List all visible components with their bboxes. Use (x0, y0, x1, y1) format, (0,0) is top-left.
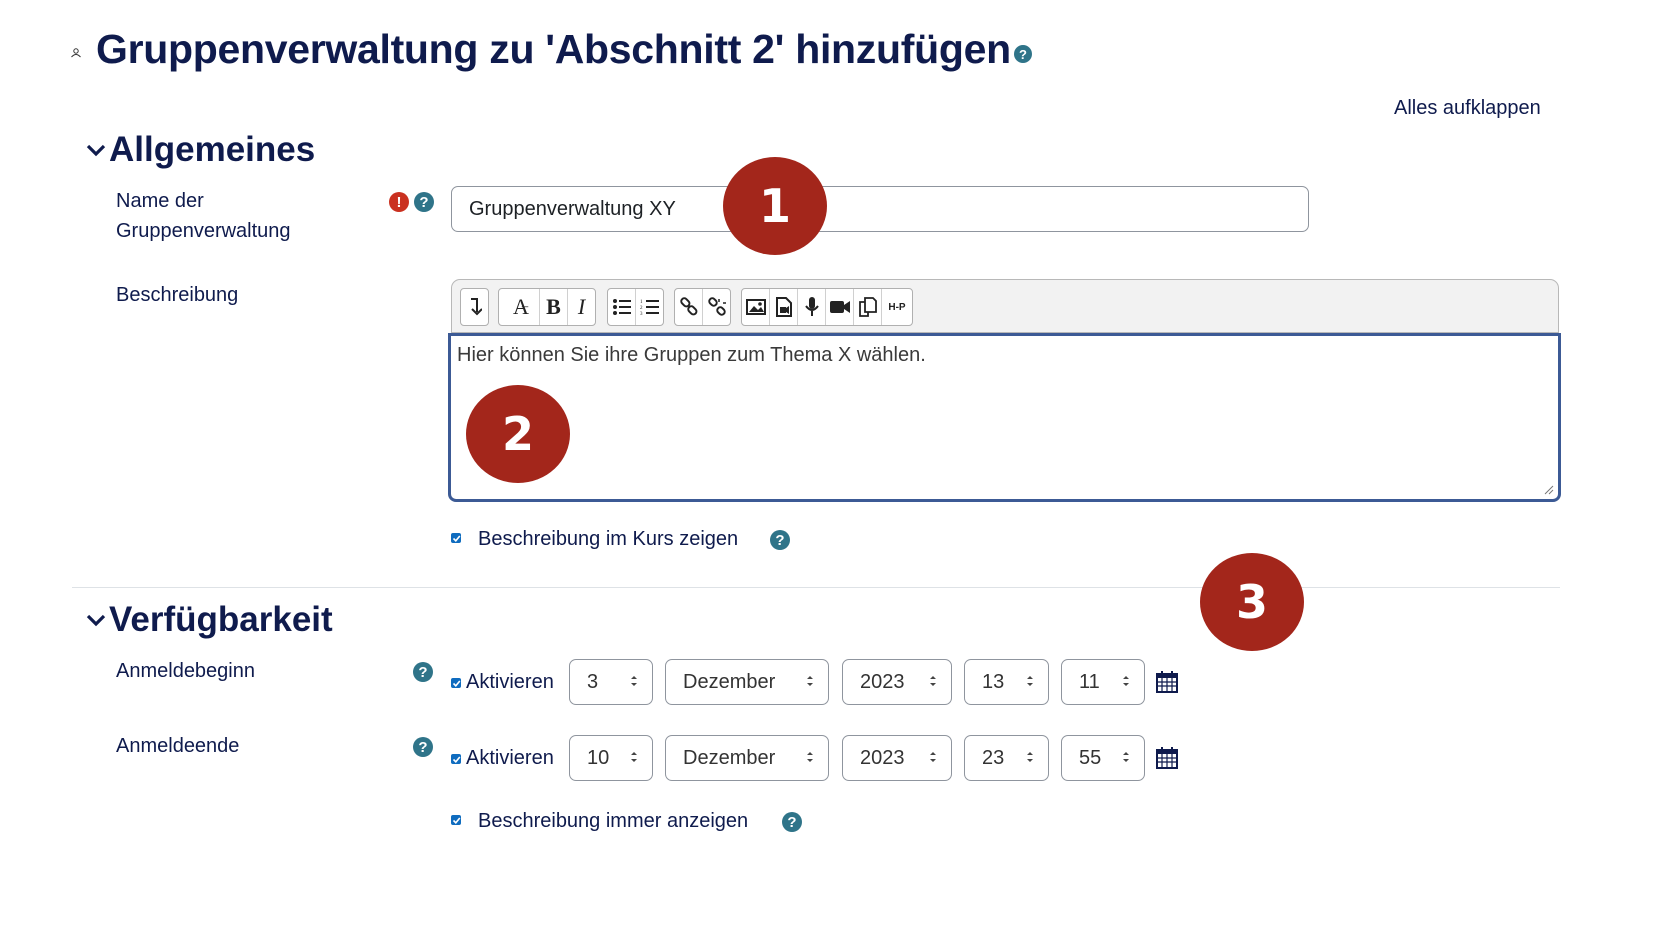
section-general-header[interactable]: Allgemeines (85, 130, 315, 170)
unlink-icon[interactable] (703, 289, 730, 325)
name-label: Name der Gruppenverwaltung (116, 186, 291, 246)
svg-text:1: 1 (640, 300, 643, 305)
collapse-icon[interactable] (461, 289, 488, 325)
start-label: Anmeldebeginn (116, 660, 255, 682)
end-month-value: Dezember (683, 746, 776, 769)
select-arrows-icon (631, 752, 637, 762)
description-label: Beschreibung (116, 284, 239, 306)
end-day-value: 10 (587, 746, 610, 769)
end-enable-label: Aktivieren (466, 747, 554, 769)
end-enable-checkbox[interactable] (451, 754, 461, 764)
start-minute-value: 11 (1079, 670, 1100, 693)
start-help-icon[interactable]: ? (413, 662, 433, 682)
link-icon[interactable] (675, 289, 703, 325)
font-style-glyph: A (513, 294, 529, 319)
start-minute-select[interactable]: 11 (1061, 659, 1145, 705)
start-calendar-icon[interactable] (1156, 671, 1178, 693)
select-arrows-icon (930, 676, 936, 686)
select-arrows-icon (1027, 752, 1033, 762)
end-day-select[interactable]: 10 (569, 735, 653, 781)
annotation-badge-1: 1 (723, 157, 827, 255)
svg-text:2: 2 (640, 306, 643, 311)
annotation-badge-3: 3 (1200, 553, 1304, 651)
select-arrows-icon (807, 752, 813, 762)
toolbar-group-links (674, 288, 731, 326)
select-arrows-icon (930, 752, 936, 762)
always-show-help-icon[interactable]: ? (782, 812, 802, 832)
end-minute-select[interactable]: 55 (1061, 735, 1145, 781)
start-day-select[interactable]: 3 (569, 659, 653, 705)
record-audio-icon[interactable] (798, 289, 826, 325)
name-help-icon[interactable]: ? (414, 192, 434, 212)
always-show-label: Beschreibung immer anzeigen (478, 810, 749, 832)
name-label-line1: Name der (116, 190, 204, 212)
page-title-text: Gruppenverwaltung zu 'Abschnitt 2' hinzu… (96, 26, 1011, 72)
image-icon[interactable] (742, 289, 770, 325)
required-icon: ! (389, 192, 409, 212)
ordered-list-icon[interactable]: 123 (636, 289, 663, 325)
show-in-course-help-icon[interactable]: ? (770, 530, 790, 550)
end-minute-value: 55 (1079, 746, 1102, 769)
start-year-select[interactable]: 2023 (842, 659, 952, 705)
title-help-icon[interactable]: ? (1014, 45, 1032, 63)
end-calendar-icon[interactable] (1156, 747, 1178, 769)
svg-text:3: 3 (640, 312, 643, 316)
font-style-icon[interactable]: A̶ (499, 289, 540, 325)
select-arrows-icon (1123, 676, 1129, 686)
chevron-down-icon (86, 614, 106, 627)
description-editor[interactable]: Hier können Sie ihre Gruppen zum Thema X… (448, 333, 1561, 502)
chevron-down-icon (86, 144, 106, 157)
activity-icon (71, 48, 81, 58)
toolbar-group-media: H-P (741, 288, 913, 326)
show-in-course-checkbox[interactable] (451, 533, 461, 543)
start-hour-value: 13 (982, 670, 1005, 693)
section-divider (72, 587, 1560, 588)
toolbar-group-lists: 123 (607, 288, 664, 326)
editor-toolbar: A̶ B I 123 H-P (451, 279, 1559, 333)
section-availability-header[interactable]: Verfügbarkeit (85, 600, 333, 640)
select-arrows-icon (631, 676, 637, 686)
description-text[interactable]: Hier können Sie ihre Gruppen zum Thema X… (457, 344, 1552, 367)
end-hour-value: 23 (982, 746, 1005, 769)
always-show-checkbox[interactable] (451, 815, 461, 825)
record-video-icon[interactable] (826, 289, 854, 325)
end-year-value: 2023 (860, 746, 905, 769)
name-label-line2: Gruppenverwaltung (116, 220, 291, 242)
select-arrows-icon (1027, 676, 1033, 686)
media-icon[interactable] (770, 289, 798, 325)
end-help-icon[interactable]: ? (413, 737, 433, 757)
annotation-badge-2: 2 (466, 385, 570, 483)
end-year-select[interactable]: 2023 (842, 735, 952, 781)
start-day-value: 3 (587, 670, 599, 693)
toolbar-group-format: A̶ B I (498, 288, 596, 326)
resize-grip-icon[interactable] (1544, 485, 1554, 495)
start-year-value: 2023 (860, 670, 905, 693)
expand-all-link[interactable]: Alles aufklappen (1394, 97, 1541, 120)
unordered-list-icon[interactable] (608, 289, 636, 325)
start-month-value: Dezember (683, 670, 776, 693)
start-enable-label: Aktivieren (466, 671, 554, 693)
show-in-course-label: Beschreibung im Kurs zeigen (478, 528, 739, 550)
h5p-icon[interactable]: H-P (882, 289, 912, 325)
end-hour-select[interactable]: 23 (964, 735, 1049, 781)
start-hour-select[interactable]: 13 (964, 659, 1049, 705)
end-label: Anmeldeende (116, 735, 240, 757)
select-arrows-icon (1123, 752, 1129, 762)
select-arrows-icon (807, 676, 813, 686)
section-availability-title: Verfügbarkeit (109, 600, 333, 639)
page-title: Gruppenverwaltung zu 'Abschnitt 2' hinzu… (96, 26, 1011, 73)
manage-files-icon[interactable] (854, 289, 882, 325)
toolbar-group-collapse (460, 288, 489, 326)
end-month-select[interactable]: Dezember (665, 735, 829, 781)
italic-icon[interactable]: I (568, 289, 595, 325)
section-general-title: Allgemeines (109, 130, 316, 169)
start-enable-checkbox[interactable] (451, 678, 461, 688)
name-input[interactable] (451, 186, 1309, 232)
start-month-select[interactable]: Dezember (665, 659, 829, 705)
bold-icon[interactable]: B (540, 289, 568, 325)
